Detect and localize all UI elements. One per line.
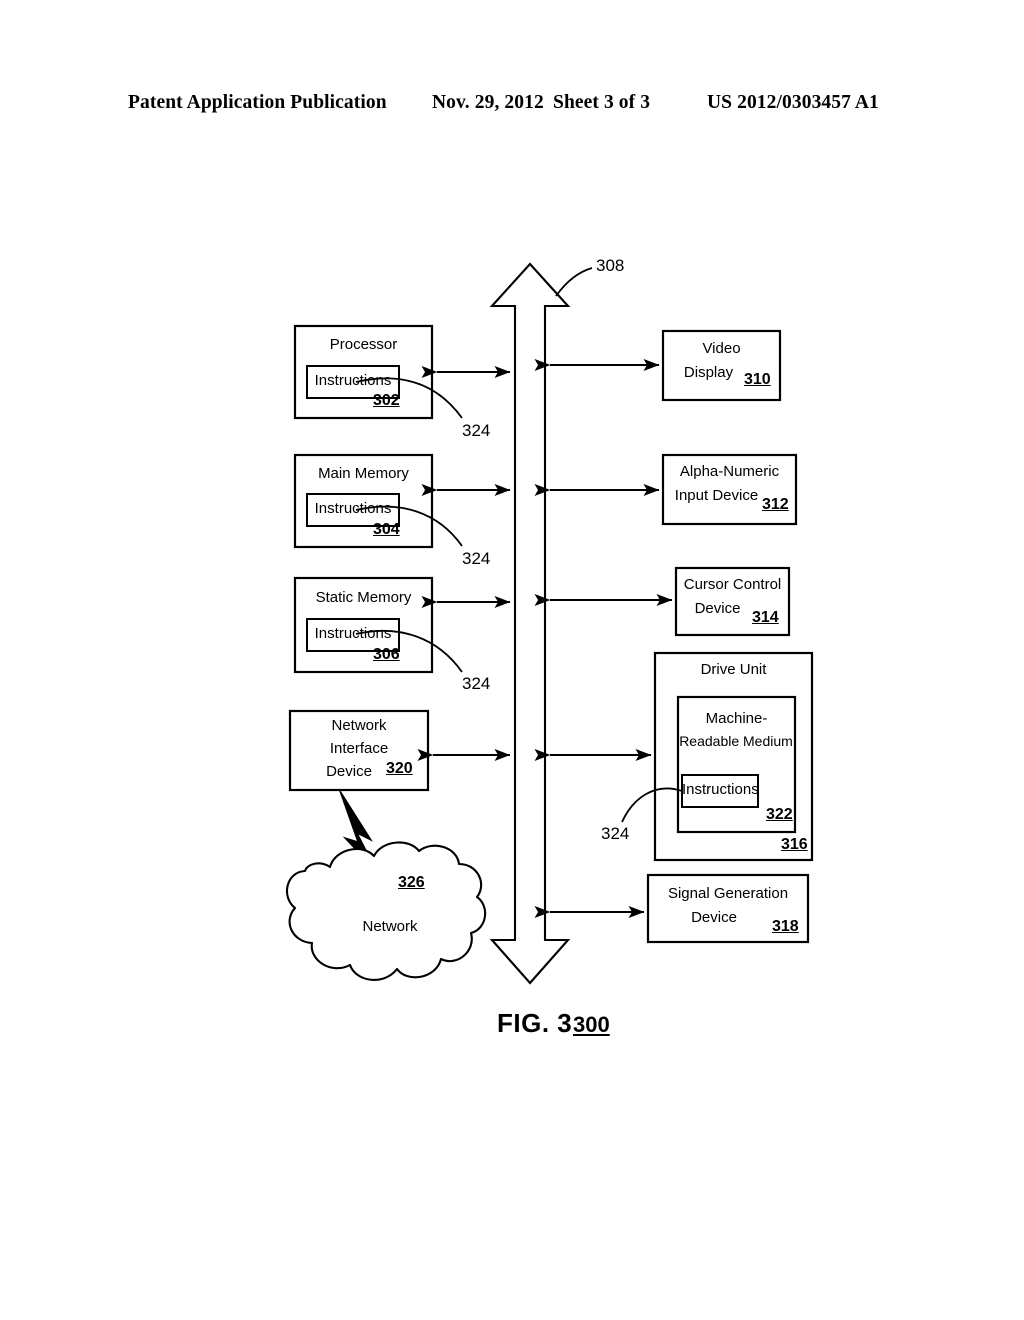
ref-308: 308	[596, 256, 625, 275]
ref-326: 326	[398, 874, 425, 891]
network-interface-title-line2: Interface	[329, 740, 389, 757]
signal-generation-title-line2: Device	[691, 909, 737, 926]
cursor-control-title-line1: Cursor Control	[683, 576, 782, 593]
drive-unit-title: Drive Unit	[700, 661, 767, 678]
network-cloud-shape	[285, 841, 487, 981]
network-cloud-label: Network	[362, 918, 418, 935]
main-memory-title: Main Memory	[318, 464, 409, 482]
machine-readable-medium-line1: Machine-	[705, 710, 768, 727]
ref-310: 310	[744, 371, 771, 388]
static-memory-title: Static Memory	[315, 588, 412, 606]
machine-readable-medium-line2: Readable Medium	[679, 733, 793, 749]
processor-instructions-label: Instructions	[314, 372, 392, 389]
static-memory-instructions-label: Instructions	[314, 625, 392, 642]
leader-num-324-drive-unit: 324	[601, 824, 630, 843]
alpha-numeric-title-line1: Alpha-Numeric	[679, 463, 780, 480]
ref-318: 318	[772, 918, 799, 935]
ref-320: 320	[386, 760, 413, 777]
drive-unit-instructions-label: Instructions	[682, 781, 759, 798]
ref-312: 312	[762, 496, 789, 513]
figure-3-diagram: Processor Instructions 302 324 Main Memo…	[0, 0, 1024, 1320]
ref-304: 304	[373, 521, 400, 538]
ref-316: 316	[781, 836, 808, 853]
leader-num-324-main-memory: 324	[462, 549, 491, 568]
figure-caption: FIG. 3	[497, 1008, 573, 1038]
ref-306: 306	[373, 646, 400, 663]
ref-322: 322	[766, 806, 793, 823]
leader-num-324-processor: 324	[462, 421, 491, 440]
leader-num-324-static-memory: 324	[462, 674, 491, 693]
figure-caption-ref: 300	[573, 1012, 610, 1037]
figure-vector-layer	[285, 262, 814, 985]
bus-leader-line	[555, 267, 593, 297]
video-display-title-line1: Video	[702, 340, 741, 357]
signal-generation-title-line1: Signal Generation	[667, 885, 789, 902]
processor-title: Processor	[329, 335, 398, 353]
main-memory-instructions-label: Instructions	[314, 500, 392, 517]
network-interface-title-line1: Network	[331, 717, 387, 734]
ref-314: 314	[752, 609, 779, 626]
ref-302: 302	[373, 392, 400, 409]
